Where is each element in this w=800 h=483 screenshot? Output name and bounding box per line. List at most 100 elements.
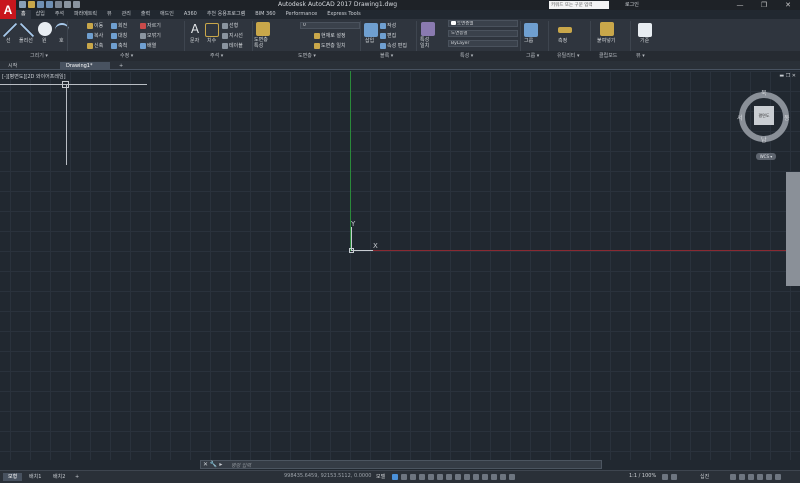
plot-icon[interactable] (55, 1, 62, 8)
line-button[interactable]: 선 (6, 37, 11, 44)
scale-button[interactable]: 축척 (111, 42, 127, 49)
selection-cycling-icon[interactable] (473, 474, 479, 480)
ucs-origin-icon[interactable] (349, 248, 354, 253)
units-button[interactable]: 십진 (700, 473, 709, 480)
clean-screen-icon[interactable] (766, 474, 772, 480)
dimension-button[interactable]: 치수 (207, 37, 216, 44)
osnap-icon[interactable] (446, 474, 452, 480)
model-space-button[interactable]: 모델 (376, 473, 385, 480)
polyline-button[interactable]: 폴리선 (19, 37, 33, 44)
lineweight-dropdown[interactable]: ByLayer (448, 40, 518, 47)
isolate-objects-icon[interactable] (748, 474, 754, 480)
color-dropdown[interactable]: 도면층별 (448, 20, 518, 27)
layout-tab-model[interactable]: 모형 (3, 473, 23, 481)
polyline-icon[interactable] (20, 23, 34, 37)
match-properties-button[interactable]: 특성 일치 (420, 37, 434, 49)
make-current-button[interactable]: 현재로 설정 (314, 32, 346, 39)
group-button[interactable]: 그룹 (524, 37, 533, 44)
edit-block-button[interactable]: 편집 (380, 32, 396, 39)
isodraft-icon[interactable] (428, 474, 434, 480)
polar-icon[interactable] (419, 474, 425, 480)
layout-tab-layout2[interactable]: 배치2 (48, 473, 70, 481)
panel-label-view[interactable]: 뷰 ▾ (636, 52, 645, 59)
auto-scale-icon[interactable] (509, 474, 515, 480)
linear-button[interactable]: 선형 (222, 22, 238, 29)
viewport-controls[interactable]: [-][평면도][2D 와이어프레임] (2, 73, 66, 80)
viewcube-west[interactable]: 서 (737, 113, 743, 122)
wcs-menu[interactable]: WCS ▾ (756, 153, 776, 160)
layer-properties-button[interactable]: 도면층 특성 (254, 37, 272, 49)
new-tab-button[interactable]: + (113, 62, 129, 70)
panel-label-clipboard[interactable]: 클립보드 (599, 52, 617, 59)
tab-annotate[interactable]: 주석 (50, 10, 69, 19)
tab-home[interactable]: 홈 (16, 10, 31, 19)
redo-icon[interactable] (73, 1, 80, 8)
tab-parametric[interactable]: 파라메트릭 (69, 10, 102, 19)
transparency-icon[interactable] (464, 474, 470, 480)
sign-in-button[interactable]: 로그인 (625, 1, 639, 8)
insert-button[interactable]: 삽입 (365, 37, 374, 44)
workspace-icon[interactable] (662, 474, 668, 480)
edit-attributes-button[interactable]: 속성 편집 (380, 42, 407, 49)
viewcube-south[interactable]: 남 (761, 135, 767, 144)
tab-express-tools[interactable]: Express Tools (322, 10, 365, 19)
layer-dropdown[interactable]: 0 (300, 22, 360, 29)
tab-addins[interactable]: 애드인 (155, 10, 179, 19)
mirror-button[interactable]: 대칭 (111, 32, 127, 39)
new-icon[interactable] (19, 1, 26, 8)
base-view-icon[interactable] (638, 23, 652, 37)
ortho-icon[interactable] (410, 474, 416, 480)
layout-tab-layout1[interactable]: 배치1 (24, 473, 46, 481)
viewcube-north[interactable]: 북 (761, 88, 767, 97)
object-track-icon[interactable] (437, 474, 443, 480)
circle-icon[interactable] (38, 22, 52, 36)
undo-icon[interactable] (64, 1, 71, 8)
table-button[interactable]: 테이블 (222, 42, 243, 49)
doc-tab-drawing1[interactable]: Drawing1* (60, 62, 110, 70)
viewcube-top-face[interactable]: 평면도 (754, 106, 774, 125)
save-as-icon[interactable] (46, 1, 53, 8)
leader-button[interactable]: 지시선 (222, 32, 243, 39)
close-button[interactable]: ✕ (776, 0, 800, 10)
annotation-scale[interactable]: 1:1 / 100% (629, 473, 656, 479)
navigation-bar[interactable] (786, 172, 800, 286)
panel-label-layers[interactable]: 도면층 ▾ (298, 52, 316, 59)
tab-bim360[interactable]: BIM 360 (250, 10, 280, 19)
viewport-window-controls[interactable]: ▬ ❐ ✕ (779, 73, 796, 79)
command-line[interactable]: ✕ 🔧 ▸ 명령 입력 (200, 460, 602, 469)
tab-insert[interactable]: 삽입 (31, 10, 50, 19)
annotation-visibility-icon[interactable] (500, 474, 506, 480)
tab-manage[interactable]: 관리 (117, 10, 136, 19)
dimension-icon[interactable] (205, 23, 219, 37)
stretch-button[interactable]: 신축 (87, 42, 103, 49)
move-button[interactable]: 이동 (87, 22, 103, 29)
hardware-acceleration-icon[interactable] (757, 474, 763, 480)
3d-osnap-icon[interactable] (482, 474, 488, 480)
tab-a360[interactable]: A360 (179, 10, 202, 19)
trim-button[interactable]: 자르기 (140, 22, 161, 29)
customize-icon[interactable] (775, 474, 781, 480)
tab-output[interactable]: 출력 (136, 10, 155, 19)
panel-label-block[interactable]: 블록 ▾ (380, 52, 393, 59)
command-input[interactable]: 명령 입력 (231, 462, 251, 469)
maximize-button[interactable]: ❐ (752, 0, 776, 10)
paste-button[interactable]: 붙여넣기 (597, 37, 615, 44)
text-button[interactable]: 문자 (190, 37, 199, 44)
create-block-button[interactable]: 작성 (380, 22, 396, 29)
annotation-monitor-icon[interactable] (671, 474, 677, 480)
tab-featured-apps[interactable]: 추천 응용프로그램 (202, 10, 250, 19)
rotate-button[interactable]: 회전 (111, 22, 127, 29)
panel-label-groups[interactable]: 그룹 ▾ (526, 52, 539, 59)
text-icon[interactable]: A (188, 22, 202, 36)
lineweight-icon[interactable] (455, 474, 461, 480)
panel-label-properties[interactable]: 특성 ▾ (460, 52, 473, 59)
tab-view[interactable]: 뷰 (102, 10, 117, 19)
match-layer-button[interactable]: 도면층 일치 (314, 42, 346, 49)
snap-icon[interactable] (401, 474, 407, 480)
drawing-canvas[interactable] (0, 71, 800, 460)
fillet-button[interactable]: 모깎기 (140, 32, 161, 39)
base-view-button[interactable]: 기준 (640, 37, 649, 44)
viewcube-east[interactable]: 동 (784, 113, 790, 122)
panel-label-utilities[interactable]: 유틸리티 ▾ (557, 52, 580, 59)
array-button[interactable]: 배열 (140, 42, 156, 49)
